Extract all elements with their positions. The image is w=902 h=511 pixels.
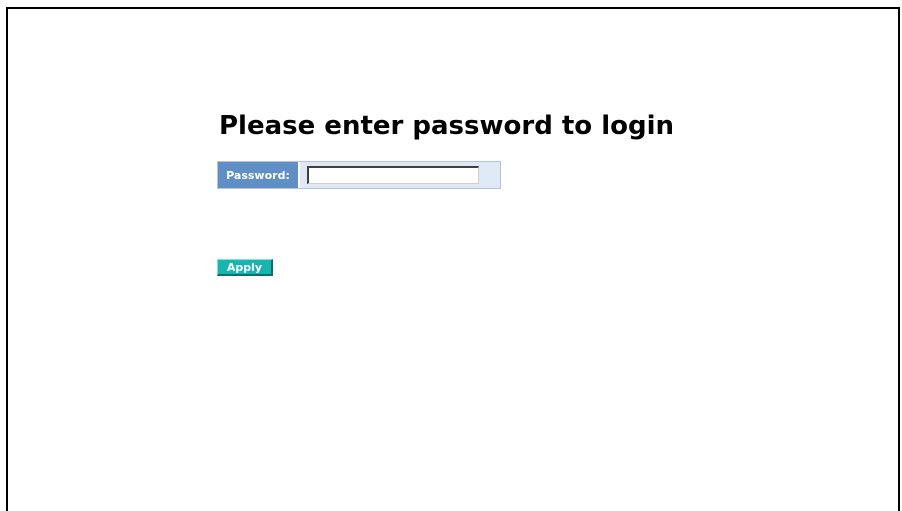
password-label: Password: xyxy=(218,162,300,188)
page-frame xyxy=(6,7,900,511)
apply-button[interactable]: Apply xyxy=(217,259,273,276)
page-title: Please enter password to login xyxy=(219,111,675,141)
password-field-cell xyxy=(300,162,500,188)
password-input[interactable] xyxy=(307,166,479,184)
password-form-row: Password: xyxy=(217,161,501,189)
